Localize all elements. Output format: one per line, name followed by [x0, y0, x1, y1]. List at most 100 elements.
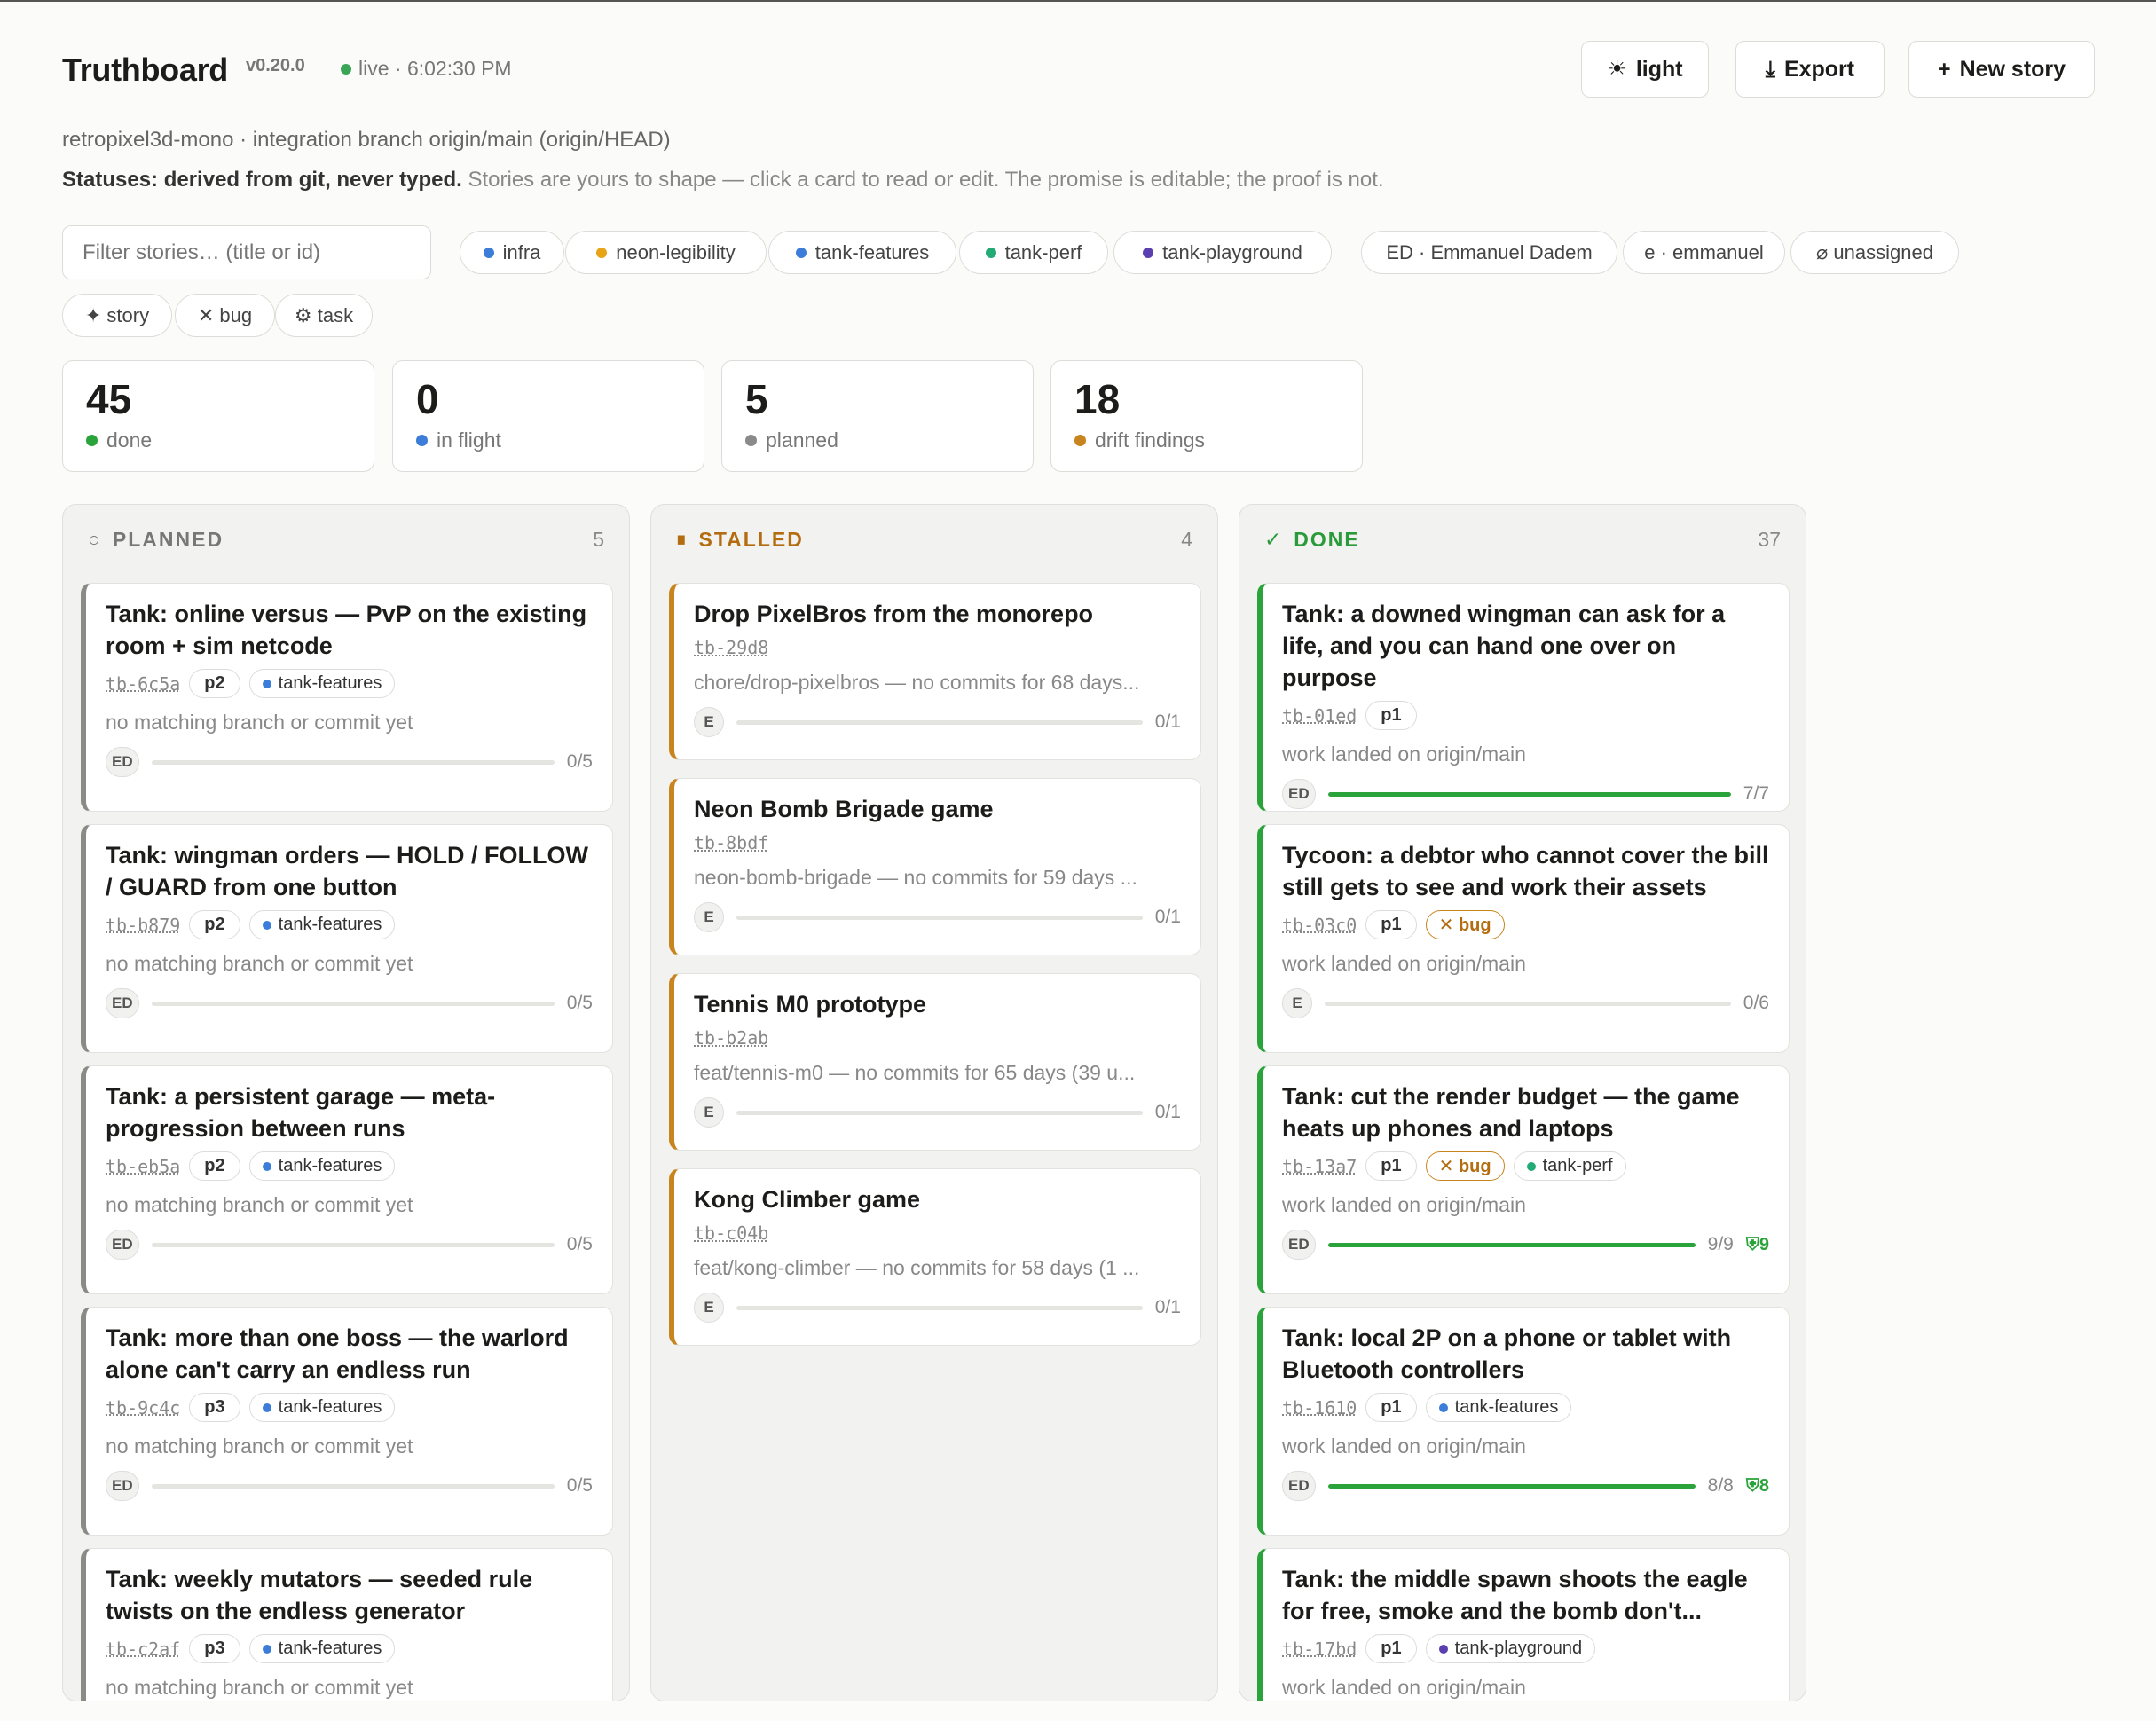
story-card[interactable]: Tank: a downed wingman can ask for a lif… — [1257, 583, 1790, 812]
story-id-link[interactable]: tb-b879 — [106, 915, 180, 936]
stat-label: planned — [745, 428, 1010, 452]
progress-bar — [736, 915, 1143, 920]
story-id-link[interactable]: tb-eb5a — [106, 1156, 180, 1177]
stat-label-text: drift findings — [1095, 428, 1206, 452]
priority-badge: p1 — [1365, 910, 1417, 939]
story-card[interactable]: Tank: online versus — PvP on the existin… — [81, 583, 613, 812]
verified-shield-icon: ⛨8 — [1745, 1475, 1769, 1496]
story-card[interactable]: Tank: a persistent garage — meta-progres… — [81, 1065, 613, 1294]
person-filter-1[interactable]: e · emmanuel — [1623, 231, 1785, 274]
progress-fraction: 0/1 — [1154, 1102, 1181, 1122]
card-meta: tb-eb5a p2 tank-features — [106, 1151, 593, 1181]
story-card[interactable]: Tycoon: a debtor who cannot cover the bi… — [1257, 824, 1790, 1053]
new-story-button[interactable]: + New story — [1908, 41, 2095, 98]
avatar: E — [1282, 988, 1312, 1018]
card-status-text: no matching branch or commit yet — [106, 1676, 413, 1699]
avatar: ED — [106, 988, 139, 1018]
card-title: Tank: the middle spawn shoots the eagle … — [1282, 1566, 1748, 1624]
card-title: Tank: more than one boss — the warlord a… — [106, 1324, 569, 1383]
card-status-text: feat/tennis-m0 — no commits for 65 days … — [694, 1061, 1136, 1084]
card-progress: ED 0/5 — [106, 1230, 593, 1260]
card-status-text: chore/drop-pixelbros — no commits for 68… — [694, 671, 1140, 694]
kind-filter-0[interactable]: ✦ story — [62, 294, 172, 337]
progress-bar — [1327, 1483, 1696, 1489]
progress-bar — [1327, 1242, 1696, 1247]
story-card[interactable]: Tank: weekly mutators — seeded rule twis… — [81, 1548, 613, 1701]
story-id-link[interactable]: tb-13a7 — [1282, 1156, 1357, 1177]
card-progress: ED 7/7 — [1282, 779, 1769, 809]
tag-filter-infra[interactable]: infra — [460, 231, 564, 274]
stat-number: 0 — [416, 376, 439, 422]
filter-input[interactable] — [62, 225, 431, 279]
card-status-text: work landed on origin/main — [1282, 1434, 1526, 1458]
card-progress: E 0/6 — [1282, 988, 1769, 1018]
stat-card-drift-findings: 18 drift findings — [1050, 360, 1363, 472]
card-status-text: feat/kong-climber — no commits for 58 da… — [694, 1256, 1140, 1279]
story-id-link[interactable]: tb-c2af — [106, 1638, 180, 1660]
story-card[interactable]: Drop PixelBros from the monorepo tb-29d8 c… — [669, 583, 1201, 760]
card-title: Tank: weekly mutators — seeded rule twis… — [106, 1566, 533, 1624]
story-id-link[interactable]: tb-03c0 — [1282, 915, 1357, 936]
stat-number: 5 — [745, 376, 768, 422]
avatar: E — [694, 902, 724, 932]
story-id-link[interactable]: tb-01ed — [1282, 705, 1357, 727]
priority-badge: p3 — [189, 1634, 240, 1663]
avatar: ED — [106, 1230, 139, 1260]
progress-fill — [1327, 791, 1731, 797]
story-id-link[interactable]: tb-c04b — [694, 1222, 768, 1244]
bug-badge: ✕ bug — [1425, 1151, 1505, 1181]
tag-badge: tank-perf — [1513, 1151, 1626, 1181]
stat-number: 18 — [1074, 376, 1121, 422]
progress-fraction: 0/6 — [1743, 993, 1769, 1013]
tag-filter-neon-legibility[interactable]: neon-legibility — [565, 231, 767, 274]
card-status-text: work landed on origin/main — [1282, 743, 1526, 766]
story-id-link[interactable]: tb-b2ab — [694, 1027, 768, 1049]
tag-badge-label: tank-features — [278, 1397, 382, 1417]
story-card[interactable]: Kong Climber game tb-c04b feat/kong-climbe… — [669, 1168, 1201, 1346]
card-status-text: no matching branch or commit yet — [106, 1434, 413, 1458]
story-card[interactable]: Tennis M0 prototype tb-b2ab feat/tennis-m0… — [669, 973, 1201, 1151]
card-meta: tb-6c5a p2 tank-features — [106, 669, 593, 698]
stat-dot-icon — [1074, 435, 1086, 446]
story-card[interactable]: Tank: local 2P on a phone or tablet with… — [1257, 1307, 1790, 1536]
person-filter-0[interactable]: ED · Emmanuel Dadem — [1361, 231, 1617, 274]
tag-filter-tank-features[interactable]: tank-features — [768, 231, 956, 274]
tag-badge-label: tank-playground — [1454, 1638, 1583, 1658]
progress-fraction: 0/1 — [1154, 907, 1181, 927]
progress-bar — [736, 719, 1143, 725]
stat-dot-icon — [86, 435, 98, 446]
stat-number: 45 — [86, 376, 132, 422]
card-meta: tb-13a7 p1 ✕ bug tank-perf — [1282, 1151, 1769, 1181]
person-filter-2[interactable]: ⌀ unassigned — [1790, 231, 1959, 274]
card-title: Tank: a downed wingman can ask for a lif… — [1282, 601, 1726, 691]
stat-label-text: planned — [766, 428, 838, 452]
tag-filter-tank-playground[interactable]: tank-playground — [1113, 231, 1332, 274]
story-card[interactable]: Tank: cut the render budget — the game h… — [1257, 1065, 1790, 1294]
story-card[interactable]: Tank: the middle spawn shoots the eagle … — [1257, 1548, 1790, 1701]
theme-toggle-label: light — [1635, 56, 1683, 82]
stat-label: done — [86, 428, 350, 452]
story-id-link[interactable]: tb-1610 — [1282, 1397, 1357, 1418]
story-id-link[interactable]: tb-17bd — [1282, 1638, 1357, 1660]
story-id-link[interactable]: tb-9c4c — [106, 1397, 180, 1418]
kind-filter-1[interactable]: ✕ bug — [175, 294, 275, 337]
story-id-link[interactable]: tb-8bdf — [694, 832, 768, 853]
theme-toggle-button[interactable]: ☀ light — [1581, 41, 1709, 98]
column-title-text: STALLED — [698, 528, 804, 551]
plus-icon: + — [1937, 56, 1951, 82]
tag-filter-tank-perf[interactable]: tank-perf — [959, 231, 1108, 274]
column-title: ⏸ STALLED — [676, 528, 804, 552]
story-id-link[interactable]: tb-29d8 — [694, 637, 768, 658]
column-count: 5 — [593, 528, 604, 551]
kind-filter-2[interactable]: ⚙ task — [275, 294, 373, 337]
story-card[interactable]: Tank: wingman orders — HOLD / FOLLOW / G… — [81, 824, 613, 1053]
card-status-text: no matching branch or commit yet — [106, 952, 413, 975]
priority-badge: p1 — [1365, 701, 1417, 730]
story-card[interactable]: Tank: more than one boss — the warlord a… — [81, 1307, 613, 1536]
story-card[interactable]: Neon Bomb Brigade game tb-8bdf neon-bomb-b… — [669, 778, 1201, 955]
stat-card-in-flight: 0 in flight — [392, 360, 704, 472]
live-dot-icon — [341, 63, 351, 75]
story-id-link[interactable]: tb-6c5a — [106, 673, 180, 695]
export-button[interactable]: ⤓ Export — [1735, 41, 1885, 98]
card-title: Drop PixelBros from the monorepo — [694, 601, 1094, 627]
